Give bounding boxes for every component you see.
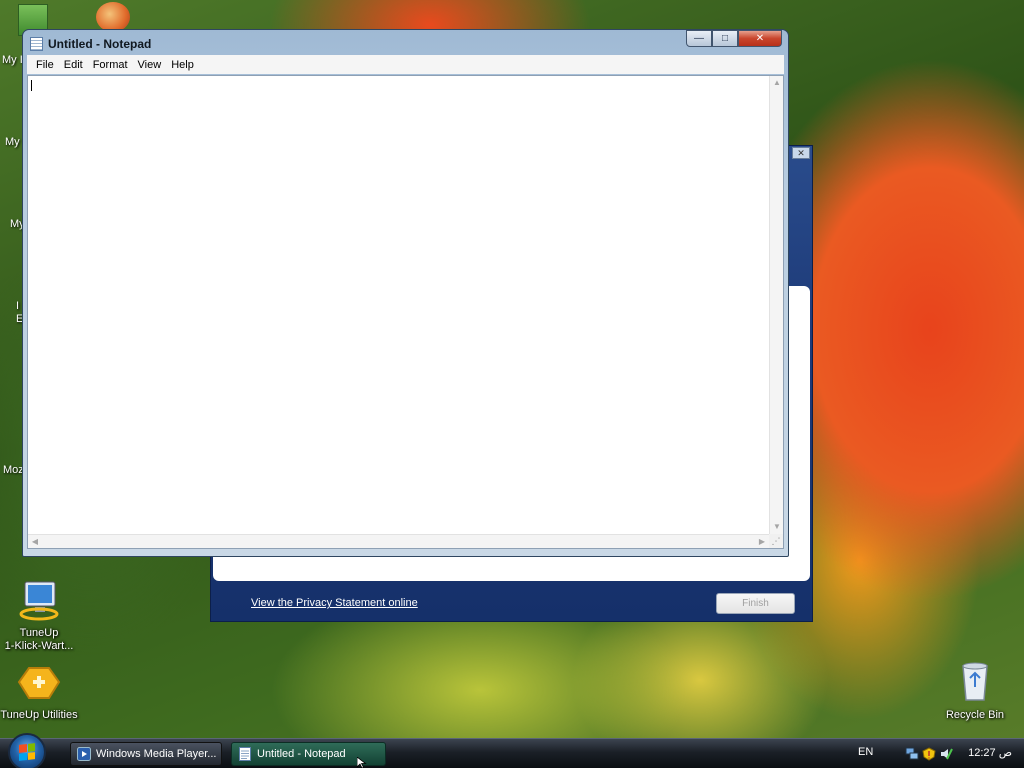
security-alert-icon[interactable] [922,747,936,761]
browser-globe-icon [96,2,130,32]
text-editor[interactable]: ▲ ▼ ◀ ▶ ⋰ [27,75,784,549]
close-button[interactable]: ✕ [738,30,782,47]
scroll-up-icon[interactable]: ▲ [770,76,784,90]
windows-logo-icon [19,743,35,761]
menu-view[interactable]: View [133,59,167,71]
media-player-icon [77,747,91,761]
desktop-partial-label: My I [2,54,23,66]
caption-buttons: — □ ✕ [686,30,782,47]
system-tray [905,742,953,766]
taskbar-button-label: Untitled - Notepad [257,748,346,760]
wizard-close-button[interactable]: ✕ [792,147,810,159]
menu-help[interactable]: Help [166,59,199,71]
menu-bar: File Edit Format View Help [27,55,784,74]
window-title: Untitled - Notepad [48,37,152,51]
resize-grip-icon[interactable]: ⋰ [769,534,783,548]
menu-format[interactable]: Format [88,59,133,71]
text-caret [31,80,32,91]
menu-file[interactable]: File [31,59,59,71]
scroll-down-icon[interactable]: ▼ [770,520,784,534]
recycle-bin-icon [951,658,999,706]
desktop-icon-tuneup-1-click[interactable]: TuneUp 1-Klick-Wart... [0,576,78,653]
start-button[interactable] [8,733,46,768]
clock[interactable]: 12:27 ص [968,746,1012,759]
notepad-title-bar[interactable]: Untitled - Notepad [30,36,151,52]
desktop-partial-label: Moz [3,464,24,476]
network-icon[interactable] [905,747,919,761]
mouse-cursor-icon [357,757,367,768]
desktop-icon-label: 1-Klick-Wart... [4,640,74,652]
language-indicator[interactable]: EN [858,746,873,758]
minimize-icon: — [694,33,704,44]
minimize-button[interactable]: — [686,30,712,47]
desktop-icon-label: Recycle Bin [945,709,1005,721]
desktop-partial-label: I [16,300,20,312]
taskbar: Windows Media Player... Untitled - Notep… [0,733,1024,768]
tuneup-utilities-icon [15,658,63,706]
taskbar-button-label: Windows Media Player... [96,748,217,760]
desktop-icon-tuneup-utilities[interactable]: TuneUp Utilities [0,658,78,722]
maximize-button[interactable]: □ [712,30,738,47]
taskbar-button-media-player[interactable]: Windows Media Player... [70,742,222,766]
close-icon: ✕ [755,33,765,44]
maximize-icon: □ [721,33,729,44]
scroll-left-icon[interactable]: ◀ [28,535,42,549]
desktop-icon-recycle-bin[interactable]: Recycle Bin [936,658,1014,722]
notepad-icon [239,747,251,761]
scroll-right-icon[interactable]: ▶ [755,535,769,549]
desktop-icon-label: TuneUp [19,627,59,639]
volume-icon[interactable] [939,747,953,761]
desktop-partial-label: My [5,136,20,148]
menu-edit[interactable]: Edit [59,59,88,71]
privacy-statement-link[interactable]: View the Privacy Statement online [251,597,418,609]
vertical-scrollbar[interactable]: ▲ ▼ [769,76,783,534]
notepad-window: Untitled - Notepad — □ ✕ File Edit Forma… [22,29,789,557]
desktop-icon-label: TuneUp Utilities [0,709,78,721]
finish-button[interactable]: Finish [716,593,795,614]
horizontal-scrollbar[interactable]: ◀ ▶ [28,534,769,548]
notepad-icon [30,37,43,51]
computer-maintenance-icon [15,576,63,624]
